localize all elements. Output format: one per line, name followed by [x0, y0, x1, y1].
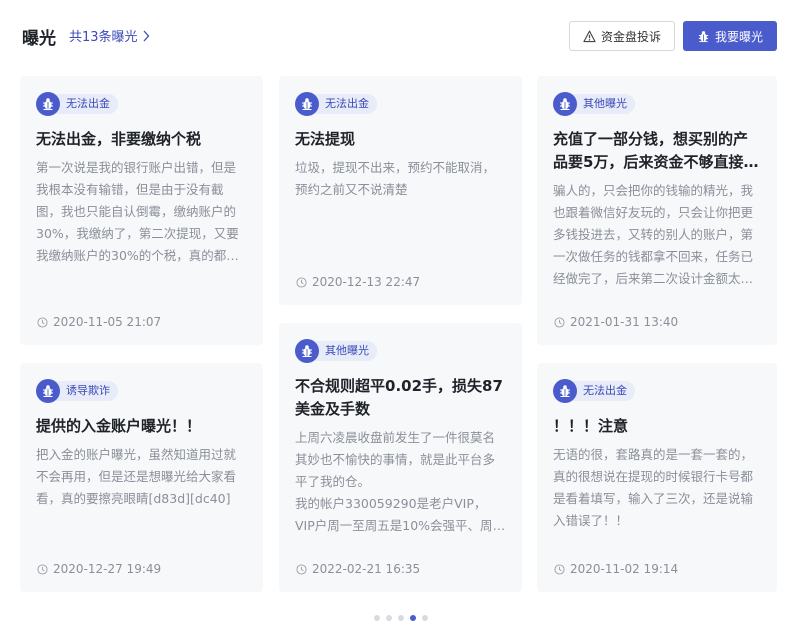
clock-icon — [554, 563, 565, 575]
header: 曝光 共13条曝光 资金盘投诉 我要曝光 — [0, 0, 795, 72]
category-tag: 无法出金 — [553, 379, 761, 403]
category-tag-label: 其他曝光 — [315, 341, 377, 361]
card-timestamp: 2020-11-05 21:07 — [37, 315, 161, 329]
chevron-right-icon — [143, 30, 149, 41]
exposure-count-link[interactable]: 共13条曝光 — [69, 26, 150, 45]
card-time-label: 2021-01-31 13:40 — [570, 315, 679, 329]
warning-icon — [583, 30, 596, 42]
card-body: 无语的很，套路真的是一套一套的，真的很想说在提现的时候银行卡号都是看着填写，输入… — [553, 447, 754, 528]
card-body: 第一次说是我的银行账户出错，但是我根本没有输错，但是由于没有截图，我也只能自认倒… — [36, 160, 239, 263]
card-timestamp: 2020-12-27 19:49 — [37, 562, 161, 576]
card-title: 充值了一部分钱，想买别的产品要5万，后来资金不够直接被冻结 — [553, 130, 759, 171]
card-time-label: 2020-12-13 22:47 — [312, 275, 421, 289]
exposure-card[interactable]: 其他曝光 充值了一部分钱，想买别的产品要5万，后来资金不够直接被冻结 骗人的，只… — [537, 76, 777, 345]
pagination-dot[interactable] — [386, 615, 392, 621]
category-tag: 其他曝光 — [295, 339, 506, 363]
category-tag: 诱导欺诈 — [36, 379, 247, 403]
clock-icon — [296, 276, 307, 288]
card-title: 不合规则超平0.02手，损失87美金及手数 — [295, 377, 503, 418]
card-timestamp: 2021-01-31 13:40 — [554, 315, 678, 329]
card-body: 上周六凌晨收盘前发生了一件很莫名其妙也不愉快的事情，就是此平台多平了我的仓。 我… — [295, 430, 506, 533]
clock-icon — [554, 316, 565, 328]
page-title: 曝光 — [22, 29, 56, 49]
card-timestamp: 2022-02-21 16:35 — [296, 562, 420, 576]
category-tag: 无法出金 — [36, 92, 247, 116]
bug-icon — [295, 339, 319, 363]
card-time-label: 2022-02-21 16:35 — [312, 562, 421, 576]
category-tag-label: 无法出金 — [573, 381, 635, 401]
card-body: 骗人的，只会把你的钱输的精光，我也跟着微信好友玩的，只会让你把更多钱投进去，又转… — [553, 183, 754, 286]
bug-icon — [553, 92, 577, 116]
exposure-card[interactable]: 其他曝光 不合规则超平0.02手，损失87美金及手数 上周六凌晨收盘前发生了一件… — [279, 323, 522, 592]
card-timestamp: 2020-12-13 22:47 — [296, 275, 420, 289]
category-tag-label: 诱导欺诈 — [56, 381, 118, 401]
card-timestamp: 2020-11-02 19:14 — [554, 562, 678, 576]
pagination-dot[interactable] — [374, 615, 380, 621]
card-body: 把入金的账户曝光，虽然知道用过就不会再用，但是还是想曝光给大家看看，真的要擦亮眼… — [36, 447, 237, 506]
exposure-card[interactable]: 无法出金 无法出金，非要缴纳个税 第一次说是我的银行账户出错，但是我根本没有输错… — [20, 76, 263, 345]
carousel-pagination — [374, 615, 428, 621]
card-time-label: 2020-11-05 21:07 — [53, 315, 162, 329]
bug-icon — [36, 379, 60, 403]
card-title: 提供的入金账户曝光！！ — [36, 417, 202, 435]
pagination-dot[interactable] — [422, 615, 428, 621]
clock-icon — [296, 563, 307, 575]
card-time-label: 2020-11-02 19:14 — [570, 562, 679, 576]
category-tag-label: 无法出金 — [315, 94, 377, 114]
card-time-label: 2020-12-27 19:49 — [53, 562, 162, 576]
clock-icon — [37, 316, 48, 328]
category-tag-label: 无法出金 — [56, 94, 118, 114]
pagination-dot[interactable] — [398, 615, 404, 621]
bug-icon — [36, 92, 60, 116]
card-title: ！！！注意 — [553, 417, 629, 435]
card-title: 无法出金，非要缴纳个税 — [36, 130, 202, 148]
card-body: 垃圾，提现不出来，预约不能取消，预约之前又不说清楚 — [295, 160, 496, 197]
category-tag: 其他曝光 — [553, 92, 761, 116]
exposure-card[interactable]: 无法出金 无法提现 垃圾，提现不出来，预约不能取消，预约之前又不说清楚 2020… — [279, 76, 522, 305]
category-tag: 无法出金 — [295, 92, 506, 116]
category-tag-label: 其他曝光 — [573, 94, 635, 114]
pagination-dot[interactable] — [410, 615, 416, 621]
exposure-count-label: 共13条曝光 — [69, 30, 138, 45]
expose-button[interactable]: 我要曝光 — [683, 21, 777, 51]
exposure-card[interactable]: 诱导欺诈 提供的入金账户曝光！！ 把入金的账户曝光，虽然知道用过就不会再用，但是… — [20, 363, 263, 592]
clock-icon — [37, 563, 48, 575]
exposure-card[interactable]: 无法出金 ！！！注意 无语的很，套路真的是一套一套的，真的很想说在提现的时候银行… — [537, 363, 777, 592]
bug-icon — [553, 379, 577, 403]
complain-button-label: 资金盘投诉 — [600, 29, 661, 44]
card-title: 无法提现 — [295, 130, 356, 148]
bug-icon — [295, 92, 319, 116]
complain-button[interactable]: 资金盘投诉 — [569, 21, 675, 51]
bug-icon — [698, 30, 709, 42]
expose-button-label: 我要曝光 — [714, 29, 763, 44]
